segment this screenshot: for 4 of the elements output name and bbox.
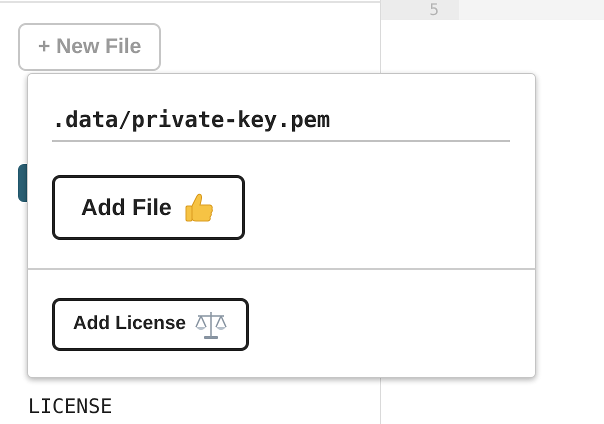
filename-field[interactable]: .data/private-key.pem: [52, 100, 510, 142]
file-name[interactable]: LICENSE: [28, 389, 380, 424]
add-file-button[interactable]: Add File: [52, 175, 245, 240]
add-license-button[interactable]: Add License: [52, 298, 249, 351]
